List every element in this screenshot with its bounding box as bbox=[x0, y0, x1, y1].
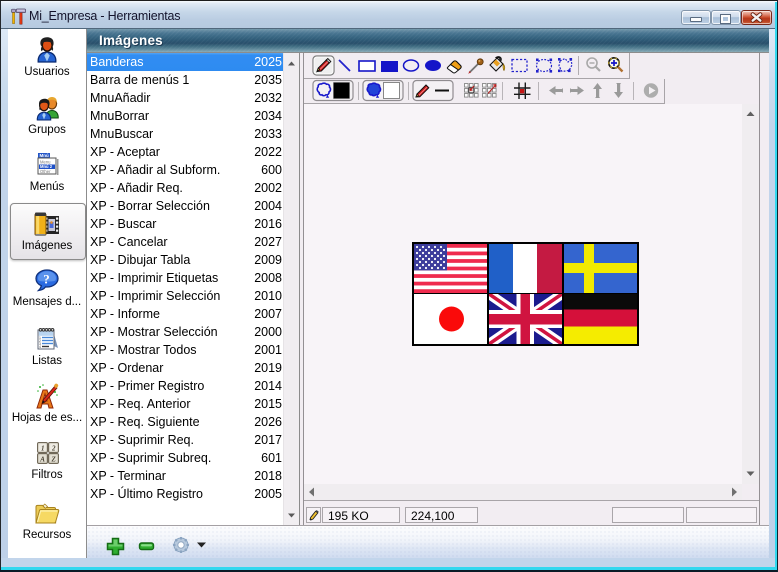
svg-text:4: 4 bbox=[39, 345, 41, 349]
svg-text:1: 1 bbox=[41, 445, 45, 453]
svg-text:A: A bbox=[39, 456, 45, 464]
svg-text:Mnú: Mnú bbox=[40, 153, 49, 158]
svg-text:Z: Z bbox=[50, 456, 56, 464]
svg-text:?: ? bbox=[43, 272, 50, 287]
svg-text:2: 2 bbox=[51, 445, 56, 453]
svg-text:Other: Other bbox=[40, 169, 51, 174]
